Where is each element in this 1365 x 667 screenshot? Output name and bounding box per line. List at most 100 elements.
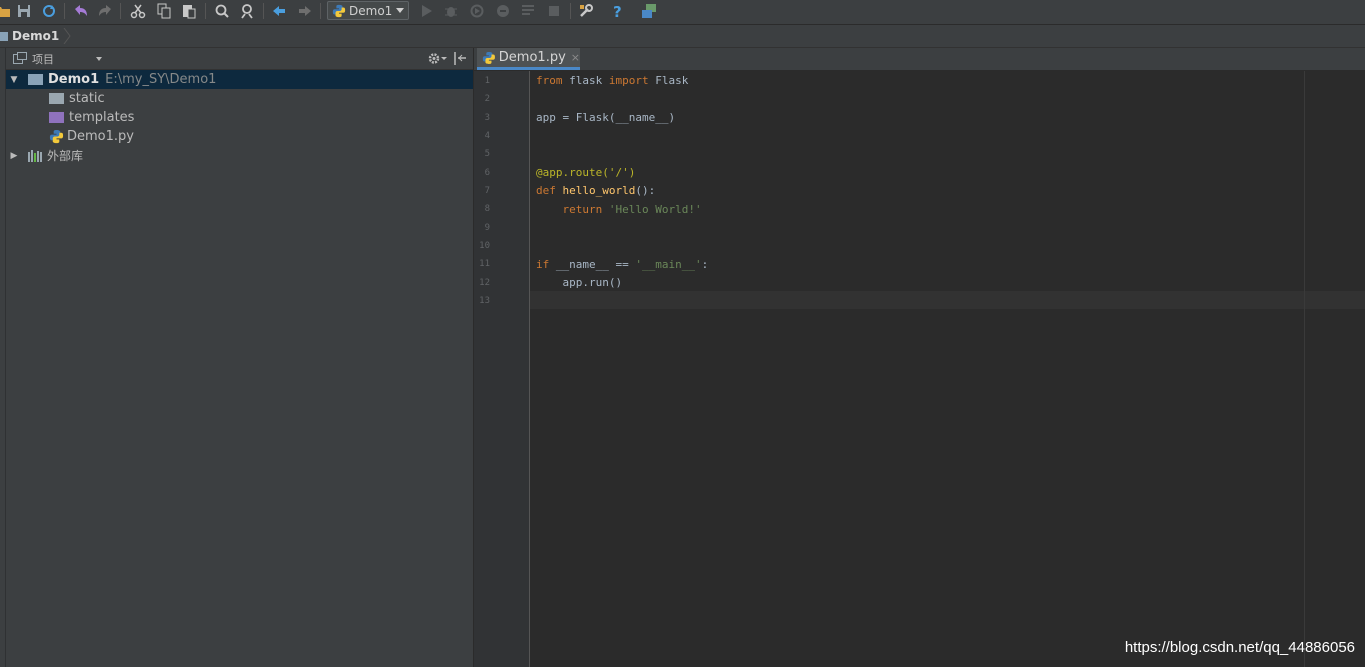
back-icon[interactable] bbox=[270, 2, 288, 20]
line-number: 2 bbox=[484, 94, 490, 104]
code-line-7: def hello_world(): bbox=[536, 184, 655, 197]
tree-item-label: Demo1 bbox=[48, 72, 100, 87]
code-keyword: if bbox=[536, 258, 550, 271]
line-number: 11 bbox=[479, 259, 490, 269]
project-view-selector[interactable]: 项目 bbox=[32, 51, 54, 67]
find-icon[interactable] bbox=[213, 2, 231, 20]
code-line-12: app.run() bbox=[536, 276, 623, 289]
tree-item-label: Demo1.py bbox=[67, 129, 134, 144]
collapsed-arrow-icon[interactable]: ▶ bbox=[9, 151, 19, 161]
redo-icon[interactable] bbox=[96, 2, 114, 20]
code-string: '__main__' bbox=[635, 258, 702, 271]
code-text: (): bbox=[635, 184, 656, 197]
template-folder-icon bbox=[49, 112, 64, 123]
breadcrumb-label: Demo1 bbox=[12, 29, 60, 43]
watermark: https://blog.csdn.net/qq_44886056 bbox=[1124, 639, 1355, 656]
code-keyword: from bbox=[536, 74, 563, 87]
code-function-name: hello_world bbox=[555, 184, 636, 197]
tree-item-project-root[interactable]: ▼ Demo1 E:\my_SY\Demo1 bbox=[6, 70, 473, 89]
copy-icon[interactable] bbox=[155, 2, 173, 20]
code-keyword: import bbox=[608, 74, 649, 87]
code-text: flask bbox=[562, 74, 609, 87]
folder-icon bbox=[0, 31, 8, 41]
project-tree: ▼ Demo1 E:\my_SY\Demo1 static templates … bbox=[6, 70, 473, 165]
tree-item-static[interactable]: static bbox=[6, 89, 473, 108]
stop-icon[interactable] bbox=[545, 2, 563, 20]
profile-icon[interactable] bbox=[494, 2, 512, 20]
line-number: 5 bbox=[484, 149, 490, 159]
chevron-right-icon bbox=[63, 28, 71, 44]
line-number: 10 bbox=[479, 241, 490, 251]
help-icon[interactable]: ? bbox=[608, 2, 626, 20]
tab-demo1-py[interactable]: Demo1.py × bbox=[477, 48, 580, 70]
right-margin-guide bbox=[1304, 71, 1305, 667]
code-keyword: return bbox=[562, 203, 603, 216]
main-toolbar: Demo1 ? bbox=[0, 0, 1365, 25]
open-icon[interactable] bbox=[0, 2, 12, 20]
line-number: 1 bbox=[484, 76, 490, 86]
tab-label: Demo1.py bbox=[498, 50, 566, 65]
gear-icon[interactable] bbox=[427, 51, 447, 66]
line-number: 12 bbox=[479, 278, 490, 288]
current-line-highlight bbox=[530, 291, 1365, 309]
line-number: 3 bbox=[484, 113, 490, 123]
chevron-down-icon bbox=[396, 8, 404, 13]
code-line-11: if __name__ == '__main__': bbox=[536, 258, 708, 271]
run-configuration-label: Demo1 bbox=[349, 3, 393, 18]
project-view-icon bbox=[13, 52, 27, 64]
line-number: 6 bbox=[484, 168, 490, 178]
library-icon bbox=[28, 149, 42, 162]
coverage-icon[interactable] bbox=[468, 2, 486, 20]
replace-icon[interactable] bbox=[238, 2, 256, 20]
code-editor[interactable]: 1 2 3 4 5 6 7 8 9 10 11 12 13 from flask… bbox=[474, 71, 1365, 667]
chevron-down-icon[interactable] bbox=[96, 57, 102, 61]
code-string: 'Hello World!' bbox=[608, 203, 702, 216]
project-panel-header: 项目 bbox=[6, 48, 473, 70]
tree-item-label: templates bbox=[69, 110, 135, 125]
resource-folder-icon bbox=[49, 93, 64, 104]
undo-icon[interactable] bbox=[72, 2, 90, 20]
line-number: 8 bbox=[484, 204, 490, 214]
tree-item-external-libraries[interactable]: ▶ 外部库 bbox=[6, 146, 473, 165]
python-file-icon bbox=[49, 129, 64, 144]
code-text: Flask bbox=[648, 74, 689, 87]
python-file-icon bbox=[482, 51, 495, 64]
build-icon[interactable] bbox=[519, 2, 537, 20]
navigation-bar: Demo1 bbox=[0, 25, 1365, 48]
tree-item-label: static bbox=[69, 91, 105, 106]
debug-icon[interactable] bbox=[442, 2, 460, 20]
forward-icon[interactable] bbox=[296, 2, 314, 20]
project-path: E:\my_SY\Demo1 bbox=[105, 72, 217, 87]
code-text: : bbox=[701, 258, 709, 271]
breadcrumb[interactable]: Demo1 bbox=[0, 28, 71, 44]
python-console-icon[interactable] bbox=[640, 2, 658, 20]
tree-item-demo1-py[interactable]: Demo1.py bbox=[6, 127, 473, 146]
line-number: 7 bbox=[484, 186, 490, 196]
code-line-8: return 'Hello World!' bbox=[536, 203, 702, 216]
code-line-3: app = Flask(__name__) bbox=[536, 111, 676, 124]
save-icon[interactable] bbox=[15, 2, 33, 20]
line-number: 4 bbox=[484, 131, 490, 141]
expanded-arrow-icon[interactable]: ▼ bbox=[9, 75, 19, 85]
svg-text:?: ? bbox=[613, 3, 622, 19]
settings-icon[interactable] bbox=[577, 2, 595, 20]
cut-icon[interactable] bbox=[129, 2, 147, 20]
code-line-6: @app.route('/') bbox=[536, 166, 636, 179]
python-icon bbox=[332, 4, 346, 17]
tree-item-templates[interactable]: templates bbox=[6, 108, 473, 127]
line-number-gutter: 1 2 3 4 5 6 7 8 9 10 11 12 13 bbox=[474, 71, 530, 667]
code-keyword: def bbox=[536, 184, 556, 197]
folder-icon bbox=[28, 74, 43, 85]
tree-item-label: 外部库 bbox=[47, 149, 84, 163]
project-panel: 项目 ▼ Demo1 E:\my_SY\Demo1 static templat… bbox=[6, 48, 474, 667]
paste-icon[interactable] bbox=[180, 2, 198, 20]
close-icon[interactable]: × bbox=[571, 51, 580, 64]
sync-icon[interactable] bbox=[40, 2, 58, 20]
run-configuration-select[interactable]: Demo1 bbox=[327, 1, 409, 20]
hide-panel-icon[interactable] bbox=[453, 51, 467, 66]
run-icon[interactable] bbox=[417, 2, 435, 20]
line-number: 13 bbox=[479, 296, 490, 306]
editor-tabs: Demo1.py × bbox=[474, 48, 1365, 71]
